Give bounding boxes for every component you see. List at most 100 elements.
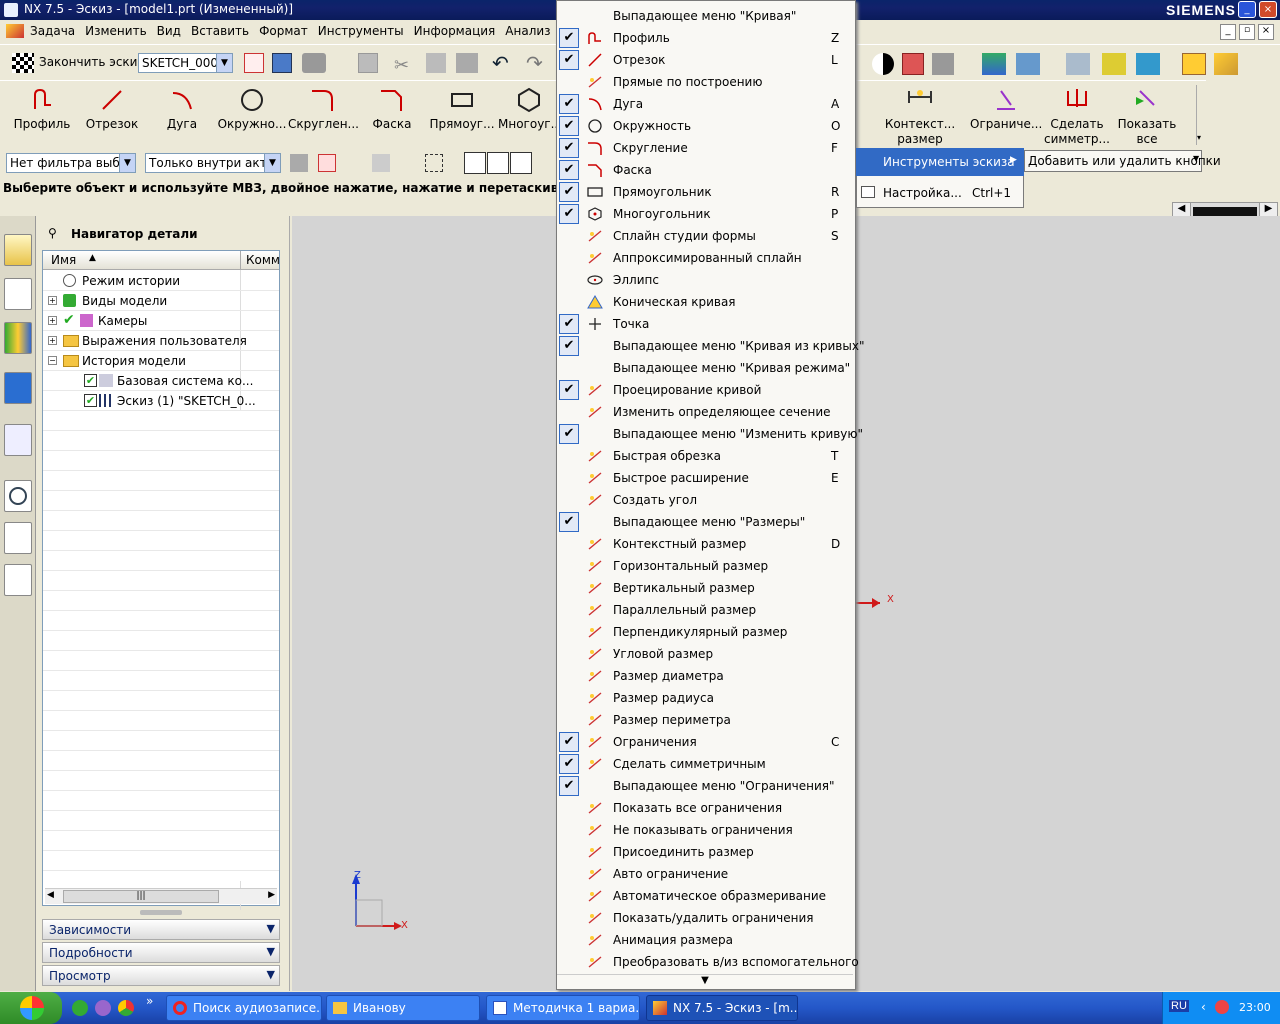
expand-icon[interactable]: + (48, 316, 57, 325)
menu-item[interactable]: Показать/удалить ограничения (557, 907, 855, 929)
close-button[interactable]: × (1259, 1, 1277, 18)
language-indicator[interactable]: RU (1169, 1000, 1189, 1012)
selection-scope-combo[interactable]: Только внутри актие ▼ (145, 153, 281, 173)
fillet-button[interactable]: Скруглен... (288, 87, 359, 131)
menu-item[interactable]: ✔ Многоугольник P (557, 203, 855, 225)
checkbox-checked-icon[interactable]: ✔ (84, 394, 97, 407)
menu-item[interactable]: ✔ Прямоугольник R (557, 181, 855, 203)
profile-button[interactable]: Профиль (6, 87, 78, 131)
menu-analysis[interactable]: Анализ (500, 20, 555, 38)
start-button[interactable] (0, 992, 62, 1024)
reattach-icon[interactable] (272, 53, 292, 73)
menu-item[interactable]: Преобразовать в/из вспомогательного (557, 951, 859, 973)
sketch-name-combo[interactable]: SKETCH_000 ▼ (138, 53, 233, 73)
splitter-grip[interactable] (140, 910, 182, 915)
snap-point-icon[interactable] (464, 152, 486, 174)
quicklaunch-torrent-icon[interactable] (72, 1000, 88, 1016)
analysis-icon[interactable] (1214, 53, 1238, 75)
reuse-library-tab[interactable] (4, 322, 32, 354)
orient-view-icon[interactable] (244, 53, 264, 73)
tree-row-history-mode[interactable]: Режим истории (43, 271, 279, 291)
doc-close-button[interactable]: × (1258, 24, 1274, 40)
view-orient-icon[interactable] (982, 53, 1006, 75)
menu-item[interactable]: ✔ Скругление F (557, 137, 855, 159)
volume-icon[interactable] (1215, 1000, 1229, 1014)
selection-icon[interactable] (1136, 53, 1160, 75)
preview-panel[interactable]: Просмотр ▼ (42, 965, 280, 986)
menu-item[interactable]: Быстрое расширение E (557, 467, 855, 489)
select-all-icon[interactable] (318, 154, 336, 172)
menu-item[interactable]: ✔ Выпадающее меню "Кривая из кривых" (557, 335, 864, 357)
tree-row-model-history[interactable]: − История модели (43, 351, 279, 371)
history-tab[interactable] (4, 480, 32, 512)
menu-item[interactable]: Размер диаметра (557, 665, 855, 687)
menu-item[interactable]: Коническая кривая (557, 291, 855, 313)
show-all-button[interactable]: Показать все (1112, 87, 1182, 147)
roles-tab[interactable] (4, 522, 32, 554)
polygon-button[interactable]: Многоуг... (498, 87, 562, 131)
rectangle-button[interactable]: Прямоуг... (426, 87, 498, 131)
system-materials-tab[interactable] (4, 564, 32, 596)
menu-item[interactable]: ✔ Выпадающее меню "Изменить кривую" (557, 423, 863, 445)
menu-item[interactable]: ✔ Выпадающее меню "Размеры" (557, 511, 855, 533)
collapse-icon[interactable]: − (48, 356, 57, 365)
name-column-header[interactable]: Имя (51, 253, 76, 267)
menu-item[interactable]: Горизонтальный размер (557, 555, 855, 577)
update-model-icon[interactable] (302, 53, 326, 73)
menu-information[interactable]: Информация (409, 20, 501, 38)
menu-item[interactable]: Автоматическое образмеривание (557, 885, 855, 907)
menu-format[interactable]: Формат (254, 20, 313, 38)
snap-mid-icon[interactable] (510, 152, 532, 174)
menu-view[interactable]: Вид (152, 20, 186, 38)
menu-item[interactable]: Прямые по построению (557, 71, 855, 93)
task-word[interactable]: Методичка 1 вариа... (486, 995, 640, 1021)
scroll-thumb[interactable]: ||| (63, 890, 219, 903)
rectangle-select-icon[interactable] (425, 154, 443, 172)
doc-restore-button[interactable]: ▫ (1239, 24, 1255, 40)
chamfer-button[interactable]: Фаска (358, 87, 426, 131)
add-remove-buttons[interactable]: Добавить или удалить кнопки ▼ (1024, 150, 1221, 172)
part-navigator-tab[interactable] (4, 278, 32, 310)
menu-item[interactable]: Показать все ограничения (557, 797, 855, 819)
menu-item[interactable]: Анимация размера (557, 929, 855, 951)
menu-item[interactable]: Выпадающее меню "Кривая" (557, 5, 855, 27)
tree-row-user-expressions[interactable]: + Выражения пользователя (43, 331, 279, 351)
save-icon[interactable] (358, 53, 378, 73)
history-palette-tab[interactable] (4, 424, 32, 456)
filter-settings-icon[interactable] (290, 154, 308, 172)
tree-row-datum-csys[interactable]: ✔ Базовая система ко... (43, 371, 279, 391)
menu-item[interactable]: Угловой размер (557, 643, 855, 665)
menu-item[interactable]: ✔ Проецирование кривой (557, 379, 855, 401)
quicklaunch-more-icon[interactable]: » (146, 994, 153, 1008)
quicklaunch-icon[interactable] (95, 1000, 111, 1016)
finish-sketch-button[interactable]: Закончить эскиз (39, 55, 144, 69)
expand-icon[interactable]: + (48, 296, 57, 305)
menu-insert[interactable]: Вставить (186, 20, 254, 38)
snap-icon[interactable] (1102, 53, 1126, 75)
menu-item[interactable]: Сплайн студии формы S (557, 225, 855, 247)
menu-item[interactable]: ✔ Выпадающее меню "Ограничения" (557, 775, 855, 797)
comment-column-header[interactable]: Комм (246, 253, 280, 267)
circle-button[interactable]: Окружно... (216, 87, 288, 131)
checkbox-checked-icon[interactable]: ✔ (84, 374, 97, 387)
pin-icon[interactable]: ⚲ (48, 226, 57, 240)
menu-item[interactable]: ✔ Точка (557, 313, 855, 335)
menu-item[interactable]: Присоединить размер (557, 841, 855, 863)
minimize-button[interactable]: _ (1238, 1, 1256, 18)
tree-row-sketch[interactable]: ✔ Эскиз (1) "SKETCH_0... (43, 391, 279, 411)
menu-item[interactable]: Изменить определяющее сечение (557, 401, 855, 423)
toolbar-options-icon[interactable]: ▾ (1196, 85, 1206, 145)
menu-item[interactable]: Эллипс (557, 269, 855, 291)
tree-row-model-views[interactable]: + Виды модели (43, 291, 279, 311)
cut-icon[interactable]: ✂ (394, 55, 409, 76)
paste-icon[interactable] (456, 53, 478, 73)
wireframe-icon[interactable] (932, 53, 954, 75)
menu-item[interactable]: Вертикальный размер (557, 577, 855, 599)
make-symmetric-button[interactable]: Сделать симметр... (1042, 87, 1112, 147)
menu-item[interactable]: ✔ Профиль Z (557, 27, 855, 49)
menu-item[interactable]: ✔ Сделать симметричным (557, 753, 855, 775)
dependencies-panel[interactable]: Зависимости ▼ (42, 919, 280, 940)
menu-tools[interactable]: Инструменты (313, 20, 409, 38)
menu-item[interactable]: Выпадающее меню "Кривая режима" (557, 357, 855, 379)
layers-icon[interactable] (1066, 53, 1090, 75)
